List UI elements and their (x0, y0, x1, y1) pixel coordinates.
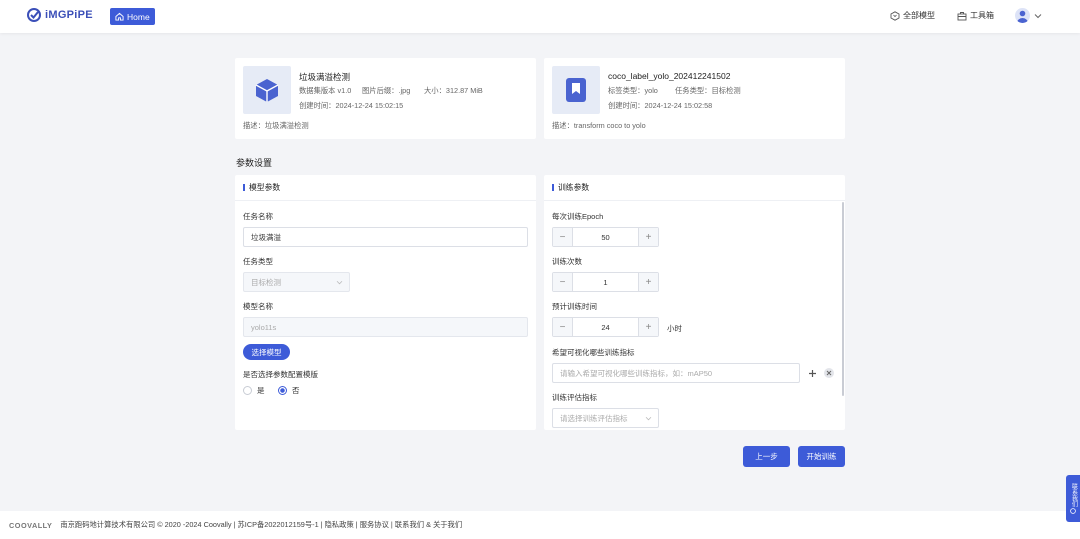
train-panel-header: 训练参数 (544, 175, 845, 201)
toolbox-label: 工具箱 (970, 11, 994, 20)
select-model-button[interactable]: 选择模型 (243, 344, 290, 360)
time-value[interactable]: 24 (573, 318, 638, 336)
task-name-value: 垃圾满溢 (251, 232, 281, 242)
eval-metric-select[interactable]: 请选择训练评估指标 (552, 408, 659, 428)
footer-brand: COOVALLY (9, 520, 53, 530)
label-description: 描述：transform coco to yolo (552, 121, 646, 130)
train-time-stepper[interactable]: − 24 + (552, 317, 659, 337)
chevron-down-icon[interactable] (1034, 13, 1042, 19)
epoch-stepper[interactable]: − 50 + (552, 227, 659, 247)
metrics-input[interactable]: 请输入希望可视化哪些训练指标，如：mAP50 (552, 363, 800, 383)
close-icon (826, 370, 832, 376)
model-name-input: yolo11s (243, 317, 528, 337)
model-name-value: yolo11s (251, 322, 277, 332)
chevron-down-icon (645, 416, 652, 421)
model-params-panel: 模型参数 任务名称 垃圾满溢 任务类型 目标检测 模型名称 yolo11s 选择… (235, 175, 536, 430)
brand-name: iMGPiPE (45, 9, 93, 21)
dataset-version: 数据集版本 v1.0 (299, 86, 352, 95)
radio-yes[interactable]: 是 (243, 385, 265, 396)
panel-scrollbar[interactable] (842, 202, 844, 396)
cube-icon (255, 79, 279, 102)
label-card[interactable]: coco_label_yolo_202412241502 标签类型：yolo 任… (544, 58, 845, 139)
user-icon (1017, 10, 1028, 23)
radio-yes-label: 是 (257, 386, 265, 395)
epoch-increment-button[interactable]: + (638, 228, 658, 246)
epoch-label: 每次训练Epoch (552, 212, 604, 221)
bookmark-icon (566, 78, 586, 102)
eval-metric-label: 训练评估指标 (552, 393, 597, 402)
radio-no[interactable]: 否 (278, 385, 300, 396)
time-decrement-button[interactable]: − (553, 318, 573, 336)
model-panel-header: 模型参数 (235, 175, 536, 201)
toolbox-link[interactable]: 工具箱 (957, 10, 994, 21)
label-type: 标签类型：yolo (608, 86, 658, 95)
task-name-label: 任务名称 (243, 212, 273, 221)
header-accent-bar (552, 184, 554, 191)
count-value[interactable]: 1 (573, 273, 638, 291)
remove-metric-button[interactable] (824, 368, 834, 378)
toolbox-icon (957, 11, 967, 20)
label-created: 创建时间：2024-12-24 15:02:58 (608, 101, 713, 110)
epoch-value[interactable]: 50 (573, 228, 638, 246)
top-navigation-bar: iMGPiPE Home 全部模型 工具箱 (0, 0, 1080, 33)
model-panel-title: 模型参数 (249, 183, 281, 192)
dataset-created: 创建时间：2024-12-24 15:02:15 (299, 101, 404, 110)
avatar[interactable] (1015, 8, 1030, 23)
dataset-image-format: 图片后缀：.jpg (362, 86, 411, 95)
metrics-placeholder: 请输入希望可视化哪些训练指标，如：mAP50 (560, 368, 713, 378)
dataset-thumbnail (243, 66, 291, 114)
plus-icon[interactable] (808, 369, 817, 378)
epoch-decrement-button[interactable]: − (553, 228, 573, 246)
footer: COOVALLY 南京跑码地计算技术有限公司 © 2020 -2024 Coov… (0, 511, 1080, 539)
metrics-label: 希望可视化哪些训练指标 (552, 348, 635, 357)
time-unit: 小时 (667, 324, 682, 333)
param-template-label: 是否选择参数配置模版 (243, 370, 318, 379)
label-task-type: 任务类型：目标检测 (675, 86, 741, 95)
brand-mark-icon (26, 8, 42, 22)
time-increment-button[interactable]: + (638, 318, 658, 336)
count-increment-button[interactable]: + (638, 273, 658, 291)
radio-no-label: 否 (292, 386, 300, 395)
radio-no-circle (278, 386, 287, 395)
count-decrement-button[interactable]: − (553, 273, 573, 291)
contact-float-label: 联系我们 (1070, 483, 1077, 507)
home-button[interactable]: Home (110, 8, 155, 25)
dataset-size: 大小：312.87 MiB (424, 86, 483, 95)
hexagon-icon (890, 10, 900, 21)
all-models-link[interactable]: 全部模型 (890, 10, 935, 21)
dataset-title: 垃圾满溢检测 (299, 72, 351, 82)
chevron-down-icon (336, 280, 343, 285)
all-models-label: 全部模型 (903, 11, 935, 20)
prev-step-button[interactable]: 上一步 (743, 446, 790, 467)
radio-yes-circle (243, 386, 252, 395)
task-type-label: 任务类型 (243, 257, 273, 266)
label-title: coco_label_yolo_202412241502 (608, 71, 731, 81)
home-icon (115, 12, 124, 21)
contact-float-button[interactable]: 联系我们 (1066, 475, 1080, 522)
task-type-select[interactable]: 目标检测 (243, 272, 350, 292)
section-title: 参数设置 (236, 158, 273, 168)
dataset-description: 描述：垃圾满溢检测 (243, 121, 309, 130)
home-button-label: Home (127, 11, 150, 22)
task-type-value: 目标检测 (251, 277, 281, 287)
train-count-label: 训练次数 (552, 257, 582, 266)
label-thumbnail (552, 66, 600, 114)
start-training-button[interactable]: 开始训练 (798, 446, 845, 467)
train-params-panel: 训练参数 每次训练Epoch − 50 + 训练次数 − 1 + 预计训练时间 … (544, 175, 845, 430)
eval-metric-placeholder: 请选择训练评估指标 (560, 413, 628, 423)
brand-logo[interactable]: iMGPiPE (26, 8, 93, 22)
model-name-label: 模型名称 (243, 302, 273, 311)
header-accent-bar (243, 184, 245, 191)
message-icon (1070, 508, 1076, 514)
train-count-stepper[interactable]: − 1 + (552, 272, 659, 292)
train-panel-title: 训练参数 (558, 183, 590, 192)
footer-text[interactable]: 南京跑码地计算技术有限公司 © 2020 -2024 Coovally | 苏I… (60, 520, 462, 530)
train-time-label: 预计训练时间 (552, 302, 597, 311)
task-name-input[interactable]: 垃圾满溢 (243, 227, 528, 247)
dataset-card[interactable]: 垃圾满溢检测 数据集版本 v1.0 图片后缀：.jpg 大小：312.87 Mi… (235, 58, 536, 139)
